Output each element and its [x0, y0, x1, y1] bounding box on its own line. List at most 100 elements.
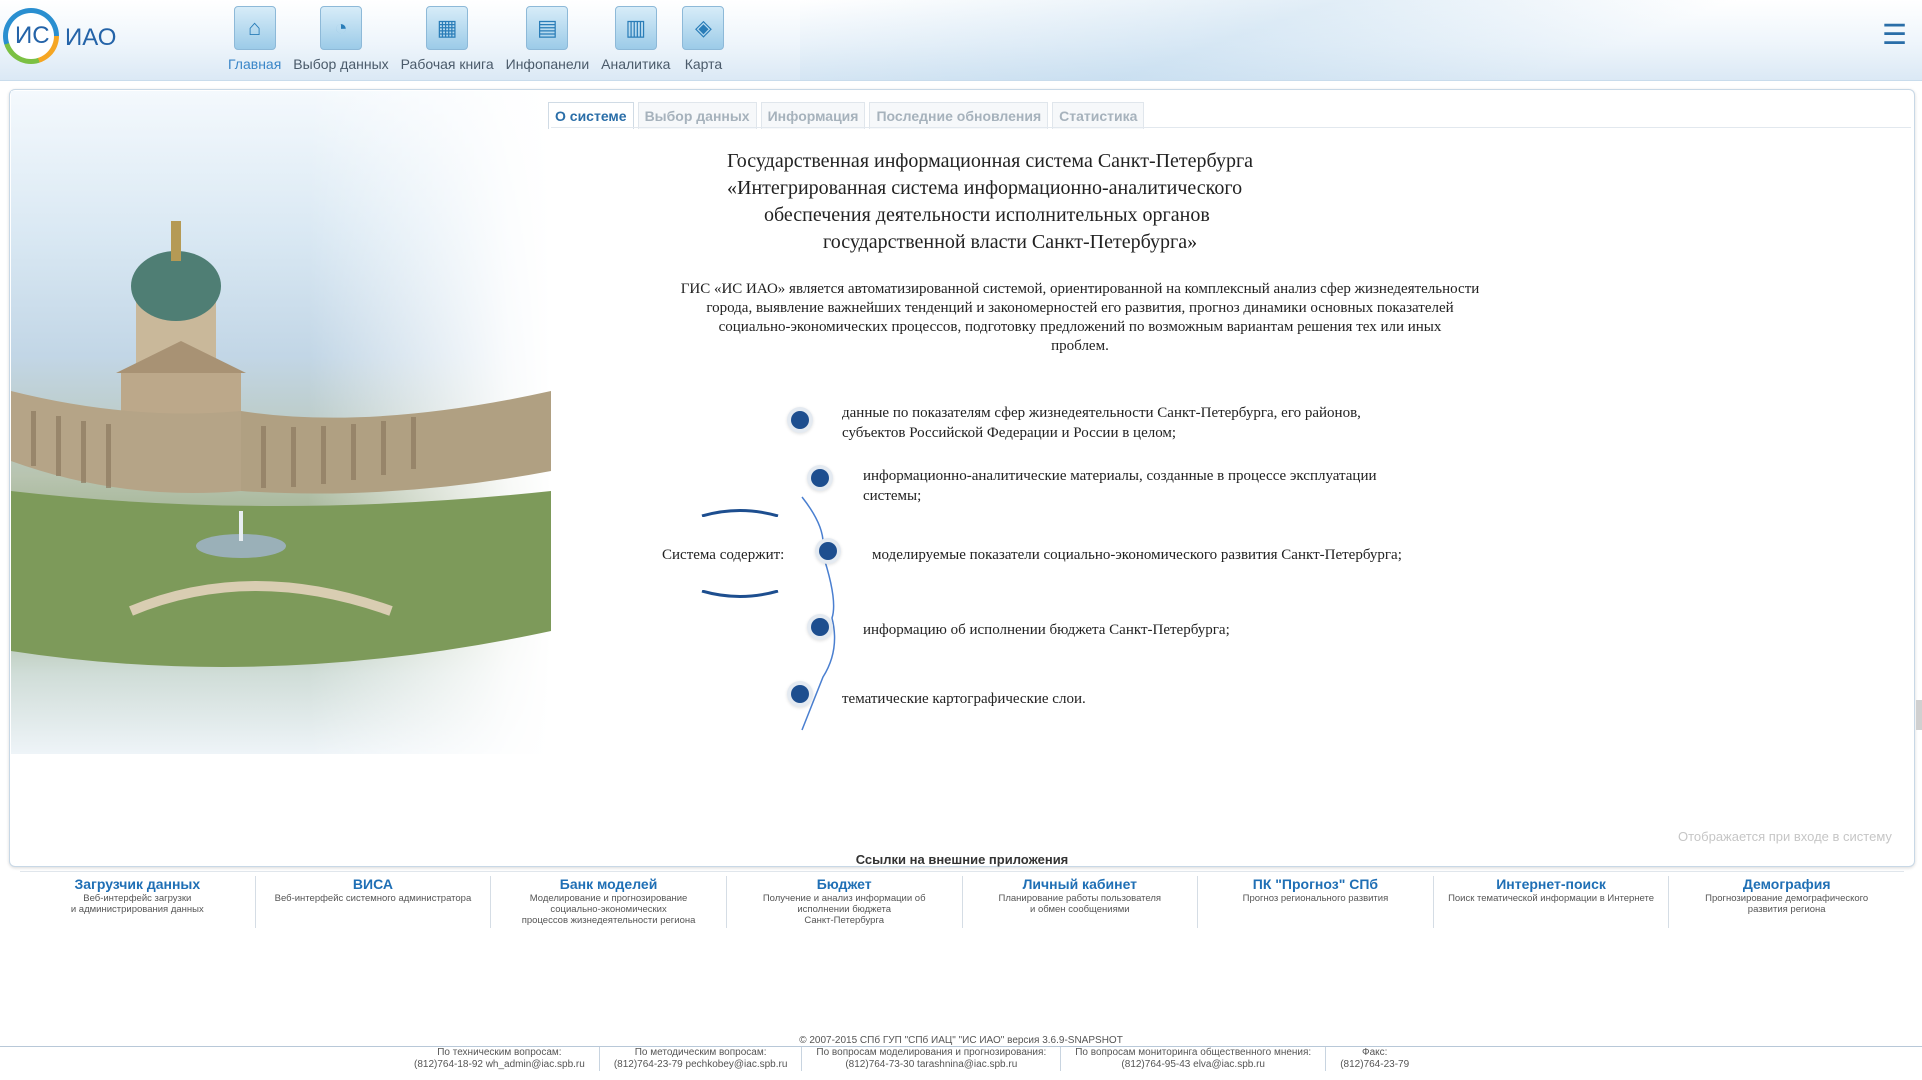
nav-label: Карта — [684, 56, 723, 72]
tab-latest-updates[interactable]: Последние обновления — [869, 102, 1049, 129]
item-line: информационно-аналитические материалы, с… — [863, 468, 1377, 484]
login-note: Отображается при входе в систему — [1678, 829, 1892, 844]
cathedral-illustration — [11, 221, 551, 667]
tab-information[interactable]: Информация — [760, 102, 866, 129]
external-links-title: Ссылки на внешние приложения — [855, 852, 1069, 867]
nav-item-home[interactable]: ⌂ Главная — [222, 0, 287, 80]
nav-label: Рабочая книга — [400, 56, 494, 72]
tab-statistics[interactable]: Статистика — [1052, 102, 1145, 129]
intro-line: ГИС «ИС ИАО» является автоматизированной… — [680, 281, 1480, 297]
intro-line: города, выявление важнейших тенденций и … — [706, 300, 1454, 316]
contents-item-4: информацию об исполнении бюджета Санкт-П… — [863, 620, 1230, 640]
copyright: © 2007-2015 СПб ГУП "СПб ИАЦ" "ИС ИАО" в… — [799, 1035, 1123, 1046]
nav-item-analytics[interactable]: ▥ Аналитика — [595, 0, 676, 80]
external-app-desc: Поиск тематической информации в Интернет… — [1448, 893, 1655, 904]
external-app-link[interactable]: Бюджет — [727, 876, 962, 892]
contact-modeling: По вопросам моделирования и прогнозирова… — [801, 1047, 1060, 1071]
map-icon: ◈ — [682, 6, 725, 50]
app-logo[interactable]: ИС ИАО — [3, 8, 123, 68]
main-panel: О системе Выбор данных Информация Послед… — [9, 89, 1915, 928]
nav-label: Выбор данных — [293, 56, 389, 72]
external-app-link[interactable]: Демография — [1669, 876, 1904, 892]
contact-value[interactable]: (812)764-18-92 wh_admin@iac.spb.ru — [414, 1059, 585, 1071]
top-bar: ИС ИАО ⌂ Главная ◔ Выбор данных ▦ Рабоча… — [0, 0, 1922, 81]
nav-label: Инфопанели — [505, 56, 590, 72]
system-intro: ГИС «ИС ИАО» является автоматизированной… — [630, 280, 1530, 356]
contact-value[interactable]: (812)764-73-30 tarashnina@iac.spb.ru — [816, 1059, 1046, 1071]
external-app-internet-search: Интернет-поиск Поиск тематической информ… — [1432, 876, 1669, 928]
nav-item-workbook[interactable]: ▦ Рабочая книга — [395, 0, 500, 80]
system-title: Государственная информационная система С… — [670, 148, 1470, 256]
contents-timeline-curve — [801, 496, 836, 731]
home-icon: ⌂ — [233, 6, 276, 50]
analytics-icon: ▥ — [614, 6, 657, 50]
contact-label: По вопросам мониторинга общественного мн… — [1075, 1047, 1312, 1058]
item-line: данные по показателям сфер жизнедеятельн… — [842, 405, 1361, 421]
external-app-forecast: ПК "Прогноз" СПб Прогноз регионального р… — [1197, 876, 1433, 928]
contact-method: По методическим вопросам: (812)764-23-79… — [598, 1047, 802, 1071]
external-app-desc: Веб-интерфейс загрузки и администрирован… — [70, 893, 204, 915]
intro-line: социально-экономических процессов, подго… — [718, 319, 1442, 335]
city-photo — [11, 91, 551, 754]
timeline-dot — [791, 411, 809, 429]
timeline-dot — [811, 469, 829, 487]
nav-label: Аналитика — [601, 56, 671, 72]
logo-text-is: ИС — [15, 22, 50, 49]
system-contains-label: Система содержит: — [662, 547, 785, 563]
contact-value[interactable]: (812)764-23-79 pechkobey@iac.spb.ru — [614, 1059, 788, 1071]
external-app-desc: Получение и анализ информации об исполне… — [762, 893, 926, 926]
title-line: обеспечения деятельности исполнительных … — [764, 204, 1210, 226]
contents-item-2: информационно-аналитические материалы, с… — [863, 466, 1377, 506]
tab-about[interactable]: О системе — [548, 102, 634, 129]
decor-arc-bottom — [701, 590, 779, 598]
external-app-link[interactable]: ПК "Прогноз" СПб — [1198, 876, 1433, 892]
footer-contacts: По техническим вопросам: (812)764-18-92 … — [400, 1047, 1423, 1071]
external-app-desc: Прогнозирование демографического развити… — [1705, 893, 1869, 915]
title-line: Государственная информационная система С… — [727, 150, 1254, 172]
external-app-budget: Бюджет Получение и анализ информации об … — [725, 876, 962, 928]
external-links-row: Загрузчик данных Веб-интерфейс загрузки … — [20, 876, 1904, 928]
workbook-icon: ▦ — [426, 6, 469, 50]
contact-monitoring: По вопросам мониторинга общественного мн… — [1060, 1047, 1325, 1071]
nav-item-dashboards[interactable]: ▤ Инфопанели — [500, 0, 596, 80]
contact-value[interactable]: (812)764-95-43 elva@iac.spb.ru — [1075, 1059, 1311, 1071]
nav-item-map[interactable]: ◈ Карта — [676, 0, 730, 80]
intro-line: проблем. — [1051, 338, 1109, 354]
menu-icon[interactable]: ☰ — [1882, 18, 1907, 51]
contact-label: По методическим вопросам: — [634, 1047, 767, 1058]
timeline-dot — [791, 685, 809, 703]
external-app-desc: Прогноз регионального развития — [1242, 893, 1389, 904]
timeline-dot — [811, 618, 829, 636]
external-app-visa: ВИСА Веб-интерфейс системного администра… — [254, 876, 491, 928]
contact-fax: Факс: (812)764-23-79 — [1325, 1047, 1423, 1071]
scrollbar[interactable] — [1916, 700, 1922, 730]
external-app-desc: Веб-интерфейс системного администратора — [274, 893, 472, 904]
item-line: системы; — [863, 488, 922, 504]
dashboard-icon: ▤ — [526, 6, 569, 50]
logo-text-iao: ИАО — [65, 24, 117, 51]
contact-label: Факс: — [1361, 1047, 1388, 1058]
external-app-desc: Планирование работы пользователя и обмен… — [998, 893, 1162, 915]
external-app-desc: Моделирование и прогнозирование социальн… — [521, 893, 696, 926]
item-line: субъектов Российской Федерации и России … — [842, 425, 1177, 441]
timeline-dot — [819, 542, 837, 560]
contents-item-1: данные по показателям сфер жизнедеятельн… — [842, 403, 1361, 443]
item-line: информацию об исполнении бюджета Санкт-П… — [863, 622, 1230, 638]
external-app-personal-cabinet: Личный кабинет Планирование работы польз… — [961, 876, 1198, 928]
external-app-link[interactable]: Личный кабинет — [963, 876, 1198, 892]
external-app-link[interactable]: Банк моделей — [491, 876, 726, 892]
contact-label: По техническим вопросам: — [437, 1047, 562, 1058]
contact-value: (812)764-23-79 — [1340, 1059, 1410, 1070]
title-line: «Интегрированная система информационно-а… — [727, 177, 1243, 199]
external-app-model-bank: Банк моделей Моделирование и прогнозиров… — [490, 876, 726, 928]
external-app-link[interactable]: ВИСА — [256, 876, 491, 892]
external-app-demography: Демография Прогнозирование демографическ… — [1668, 876, 1904, 928]
nav-item-data-select[interactable]: ◔ Выбор данных — [287, 0, 394, 80]
external-links-divider — [20, 871, 1904, 872]
nav-label: Главная — [228, 56, 282, 72]
external-app-link[interactable]: Загрузчик данных — [20, 876, 255, 892]
external-app-link[interactable]: Интернет-поиск — [1434, 876, 1669, 892]
item-line: тематические картографические слои. — [842, 691, 1086, 707]
tab-data-select[interactable]: Выбор данных — [637, 102, 757, 129]
tab-divider — [551, 127, 1911, 128]
